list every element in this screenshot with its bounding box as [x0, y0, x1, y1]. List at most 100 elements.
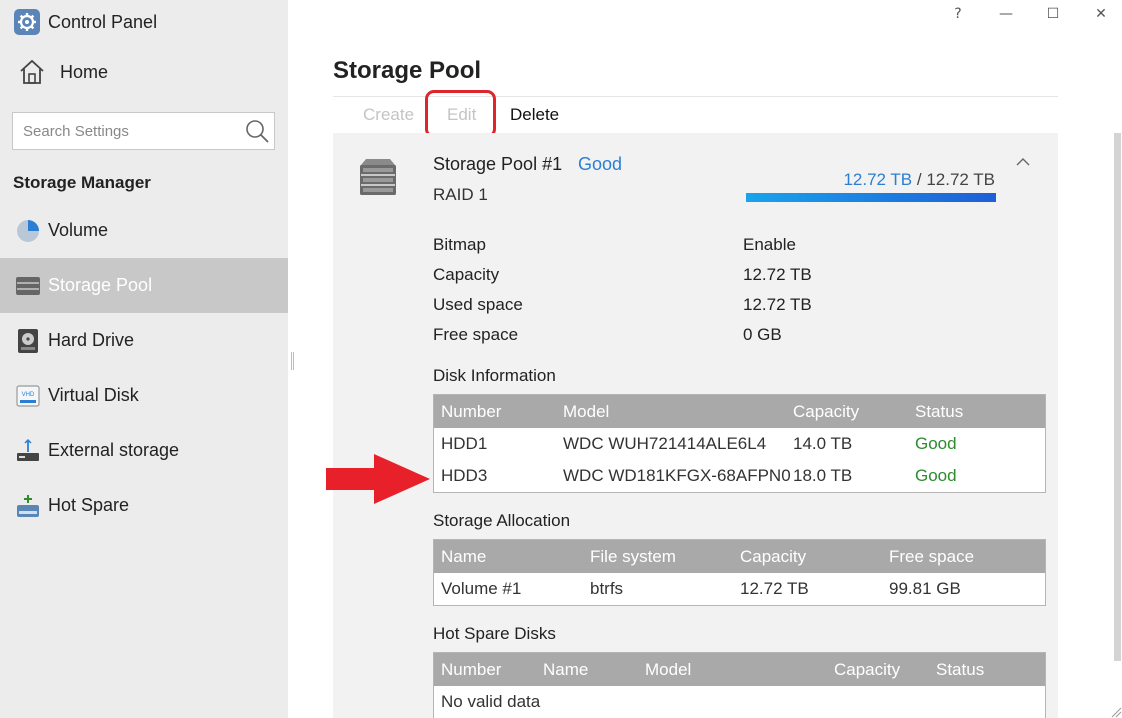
- sidebar-item-volume[interactable]: Volume: [0, 203, 288, 258]
- cell-file-system: btrfs: [590, 579, 624, 598]
- sidebar-item-storage-pool[interactable]: Storage Pool: [0, 258, 288, 313]
- column-header: Model: [563, 402, 610, 421]
- hot-spare-title: Hot Spare Disks: [433, 624, 556, 643]
- table-header: Number Model Capacity Status: [434, 395, 1045, 428]
- detail-label: Free space: [433, 325, 519, 344]
- hard-drive-icon: [15, 328, 41, 354]
- cell-number: HDD1: [441, 434, 488, 453]
- arrow-annotation-icon: [326, 454, 430, 504]
- column-header: Capacity: [740, 547, 807, 566]
- sidebar-item-hard-drive[interactable]: Hard Drive: [0, 313, 288, 368]
- storage-pool-icon: [15, 273, 41, 299]
- detail-value: 0 GB: [743, 325, 782, 344]
- sidebar: Control Panel Home Storage Manager Volum…: [0, 0, 288, 718]
- sidebar-section-title: Storage Manager: [13, 173, 151, 192]
- pool-usage-text: 12.72 TB / 12.72 TB: [843, 170, 995, 190]
- app-title: Control Panel: [14, 8, 157, 36]
- search-input[interactable]: [13, 113, 244, 149]
- cell-model: WDC WD181KFGX-68AFPN0: [563, 466, 791, 485]
- pool-raid-type: RAID 1: [433, 185, 488, 204]
- cell-capacity: 12.72 TB: [740, 579, 809, 598]
- pool-usage-fill: [746, 193, 996, 202]
- cell-model: WDC WUH721414ALE6L4: [563, 434, 767, 453]
- sidebar-item-hot-spare[interactable]: Hot Spare: [0, 478, 288, 533]
- column-header: Free space: [889, 547, 975, 566]
- maximize-button[interactable]: ☐: [1041, 4, 1065, 24]
- table-header: Name File system Capacity Free space: [434, 540, 1045, 573]
- search-box: [12, 112, 275, 150]
- help-button[interactable]: ?: [946, 4, 970, 24]
- column-header: Number: [441, 660, 502, 679]
- allocation-table: Name File system Capacity Free space Vol…: [433, 539, 1046, 606]
- detail-label: Capacity: [433, 265, 500, 284]
- sidebar-item-label: Volume: [48, 220, 109, 240]
- usage-separator: /: [912, 170, 927, 189]
- sidebar-item-label: External storage: [48, 440, 180, 460]
- pool-name: Storage Pool #1: [433, 154, 563, 174]
- column-header: Capacity: [834, 660, 901, 679]
- cell-free-space: 99.81 GB: [889, 579, 961, 598]
- cell-number: HDD3: [441, 466, 488, 485]
- pool-usage-bar: [746, 193, 996, 202]
- table-header: Number Name Model Capacity Status: [434, 653, 1045, 686]
- usage-total: 12.72 TB: [926, 170, 995, 189]
- column-header: File system: [590, 547, 676, 566]
- table-row: No valid data: [434, 686, 1045, 718]
- gear-icon: [14, 9, 40, 35]
- virtual-disk-icon: VHD: [15, 383, 41, 409]
- column-header: Name: [441, 547, 487, 566]
- storage-pool-icon: [360, 159, 396, 195]
- column-header: Number: [441, 402, 502, 421]
- hot-spare-icon: [15, 493, 41, 519]
- empty-state-text: No valid data: [441, 692, 541, 711]
- cell-capacity: 14.0 TB: [793, 434, 853, 453]
- sidebar-splitter[interactable]: [291, 352, 294, 370]
- cell-status: Good: [915, 466, 957, 485]
- sidebar-item-virtual-disk[interactable]: VHD Virtual Disk: [0, 368, 288, 423]
- table-row[interactable]: Volume #1 btrfs 12.72 TB 99.81 GB: [434, 573, 1045, 605]
- home-label: Home: [60, 61, 109, 82]
- column-header: Model: [645, 660, 692, 679]
- detail-value: 12.72 TB: [743, 265, 812, 284]
- edit-highlight-annotation: [425, 90, 496, 138]
- home-link[interactable]: Home: [18, 57, 108, 87]
- chevron-up-icon[interactable]: [1013, 152, 1033, 172]
- scrollbar[interactable]: [1114, 133, 1121, 661]
- cell-capacity: 18.0 TB: [793, 466, 853, 485]
- delete-button[interactable]: Delete: [510, 105, 559, 125]
- cell-name: Volume #1: [441, 579, 522, 598]
- resize-grip-icon[interactable]: [1110, 706, 1122, 718]
- search-icon[interactable]: [244, 118, 270, 144]
- table-row[interactable]: HDD3 WDC WD181KFGX-68AFPN0 18.0 TB Good: [434, 460, 1045, 492]
- detail-label: Used space: [433, 295, 523, 314]
- pie-chart-icon: [15, 218, 41, 244]
- minimize-button[interactable]: —: [994, 4, 1018, 24]
- allocation-title: Storage Allocation: [433, 511, 571, 530]
- disk-info-title: Disk Information: [433, 366, 556, 385]
- app-title-label: Control Panel: [48, 11, 158, 32]
- detail-value: Enable: [743, 235, 796, 254]
- usb-storage-icon: [15, 438, 41, 464]
- hot-spare-table: Number Name Model Capacity Status No val…: [433, 652, 1046, 718]
- sidebar-item-external-storage[interactable]: External storage: [0, 423, 288, 478]
- sidebar-item-label: Hot Spare: [48, 495, 130, 515]
- column-header: Name: [543, 660, 589, 679]
- pool-status-badge: Good: [578, 154, 623, 174]
- page-title: Storage Pool: [333, 57, 482, 84]
- detail-value: 12.72 TB: [743, 295, 812, 314]
- detail-label: Bitmap: [433, 235, 486, 254]
- disk-info-table: Number Model Capacity Status HDD1 WDC WU…: [433, 394, 1046, 493]
- sidebar-item-label: Virtual Disk: [48, 385, 139, 405]
- column-header: Capacity: [793, 402, 860, 421]
- usage-used: 12.72 TB: [843, 170, 913, 189]
- column-header: Status: [915, 402, 964, 421]
- close-button[interactable]: ✕: [1089, 4, 1113, 24]
- table-row[interactable]: HDD1 WDC WUH721414ALE6L4 14.0 TB Good: [434, 428, 1045, 460]
- home-icon: [20, 59, 44, 84]
- create-button[interactable]: Create: [363, 105, 414, 125]
- sidebar-item-label: Storage Pool: [48, 275, 153, 295]
- sidebar-item-label: Hard Drive: [48, 330, 135, 350]
- cell-status: Good: [915, 434, 957, 453]
- svg-text:VHD: VHD: [22, 392, 35, 398]
- column-header: Status: [936, 660, 985, 679]
